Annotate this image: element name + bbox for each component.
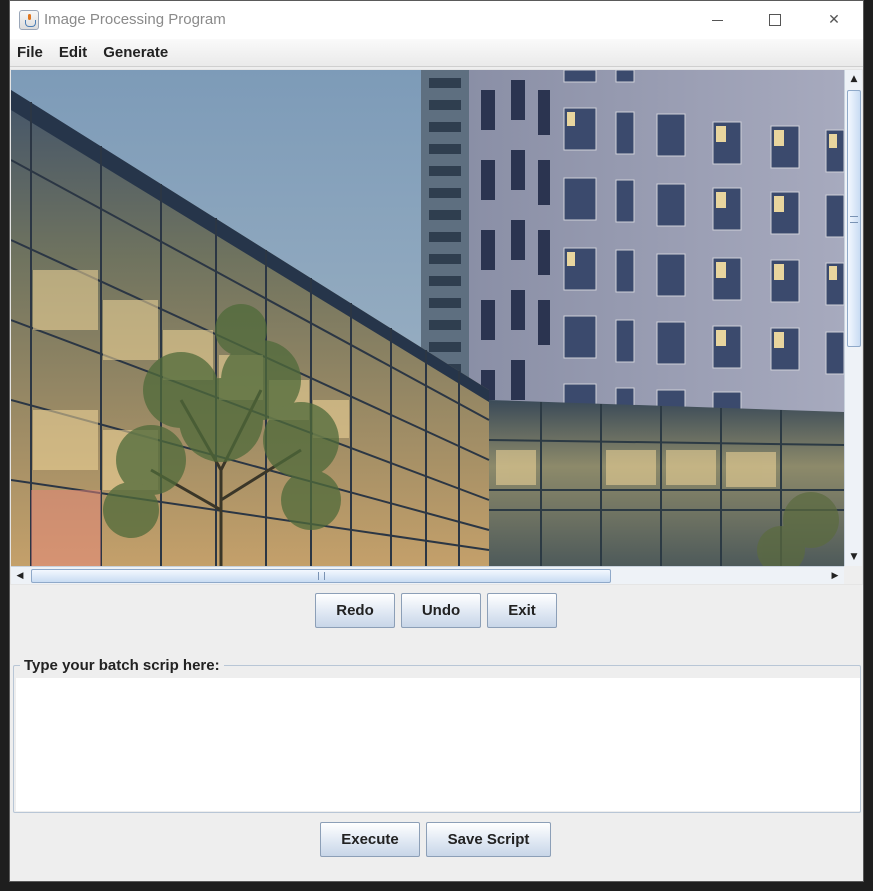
minimize-button[interactable] <box>688 1 746 39</box>
horizontal-scrollbar[interactable]: ◀ ▶ <box>11 566 844 584</box>
maximize-button[interactable] <box>746 1 804 39</box>
scroll-right-arrow-icon[interactable]: ▶ <box>827 568 843 584</box>
vertical-scroll-thumb[interactable] <box>847 90 861 347</box>
menu-edit[interactable]: Edit <box>58 42 88 63</box>
scroll-down-arrow-icon[interactable]: ▼ <box>847 549 861 565</box>
title-bar: Image Processing Program ✕ <box>10 1 863 39</box>
batch-script-input[interactable] <box>16 678 860 811</box>
exit-button[interactable]: Exit <box>487 593 557 628</box>
menu-file[interactable]: File <box>16 42 44 63</box>
scroll-left-arrow-icon[interactable]: ◀ <box>12 568 28 584</box>
execute-button[interactable]: Execute <box>320 822 420 857</box>
image-viewport <box>11 70 844 566</box>
batch-script-label: Type your batch scrip here: <box>20 657 224 674</box>
redo-button[interactable]: Redo <box>315 593 395 628</box>
scroll-up-arrow-icon[interactable]: ▲ <box>847 71 861 87</box>
scroll-corner <box>844 566 862 584</box>
close-button[interactable]: ✕ <box>805 1 863 39</box>
horizontal-scroll-thumb[interactable] <box>31 569 611 583</box>
save-script-button[interactable]: Save Script <box>426 822 551 857</box>
menu-bar: File Edit Generate <box>10 39 863 67</box>
window-title: Image Processing Program <box>44 11 226 28</box>
menu-generate[interactable]: Generate <box>102 42 169 63</box>
batch-script-panel: Type your batch scrip here: <box>13 657 861 813</box>
app-window: Image Processing Program ✕ File Edit Gen… <box>9 0 864 882</box>
java-app-icon <box>19 10 39 30</box>
vertical-scrollbar[interactable]: ▲ ▼ <box>844 70 862 566</box>
undo-button[interactable]: Undo <box>401 593 481 628</box>
building-photo <box>11 70 844 566</box>
image-scroll-pane: ▲ ▼ ◀ ▶ <box>10 69 863 585</box>
